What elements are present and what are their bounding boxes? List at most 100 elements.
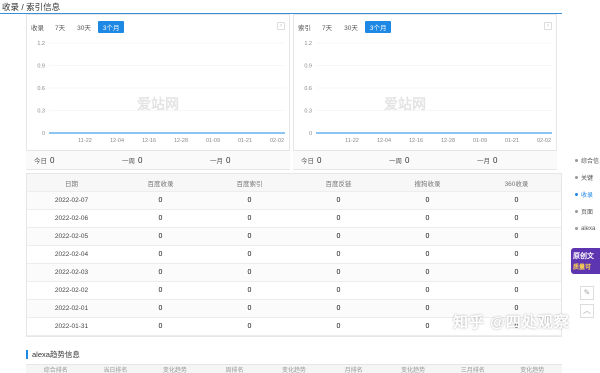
bullet-icon	[575, 227, 578, 230]
x-tick-label: 12-28	[441, 138, 455, 144]
y-tick-label: 0.3	[304, 109, 312, 115]
promo-badge[interactable]: 原创文 质量可	[571, 248, 600, 274]
x-tick-label: 01-09	[473, 138, 487, 144]
shoulu-chart: 爱站网 1.2 0.9 0.6 0.3 0 11-22 12-04 12-16 12-28 01-…	[27, 37, 289, 161]
value-cell: 0	[336, 323, 341, 330]
value-cell: 0	[514, 251, 519, 258]
value-cell: 0	[158, 251, 163, 258]
tab-3m[interactable]: 3个月	[97, 21, 125, 33]
bullet-icon	[575, 159, 578, 162]
tab-30d[interactable]: 30天	[72, 21, 96, 33]
suoyin-chart-svg: 爱站网 1.2 0.9 0.6 0.3 0 11-22 12-04 12-16 12-28 01-…	[304, 41, 552, 144]
value-cell: 0	[425, 215, 430, 222]
tab-7d[interactable]: 7天	[317, 21, 337, 33]
value-cell: 0	[425, 287, 430, 294]
side-nav-label: 综合信	[581, 159, 600, 165]
alexa-column-header: 变化趋势	[282, 368, 307, 373]
alexa-column-header: 三月排名	[460, 368, 485, 373]
value-cell: 0	[247, 233, 252, 240]
y-tick-label: 1.2	[304, 41, 312, 47]
summary-label: 今日	[34, 158, 47, 165]
x-tick-label: 11-22	[345, 138, 359, 144]
column-header: 百度收录	[147, 180, 174, 188]
alexa-column-header: 周排名	[225, 368, 244, 373]
suoyin-label: 索引	[298, 25, 311, 32]
x-tick-label: 01-09	[206, 138, 220, 144]
value-cell: 0	[158, 287, 163, 294]
side-nav-item[interactable]: 页面	[575, 203, 600, 220]
back-to-top-icon[interactable]: ︿	[580, 304, 594, 318]
value-cell: 0	[158, 197, 163, 204]
side-nav-label: 页面	[581, 210, 594, 216]
summary-value: 0	[405, 156, 410, 165]
value-cell: 0	[514, 233, 519, 240]
column-header: 搜狗收录	[414, 180, 441, 188]
x-tick-label: 01-21	[505, 138, 519, 144]
date-cell: 2022-02-06	[54, 215, 89, 222]
table-header-row: 日期 百度收录 百度索引 百度反链 搜狗收录 360收录	[27, 174, 561, 192]
page-header: 收录 / 索引信息	[0, 0, 562, 14]
side-nav-item[interactable]: 关键	[575, 169, 600, 186]
x-tick-label: 12-16	[142, 138, 156, 144]
summary-value: 0	[493, 156, 498, 165]
summary-label: 一月	[210, 158, 223, 165]
side-nav-item[interactable]: 综合信	[575, 152, 600, 169]
bullet-icon	[575, 176, 578, 179]
table-row: 2022-02-02 0 0 0 0 0	[27, 282, 561, 300]
alexa-column-header: 综合排名	[43, 368, 68, 373]
suoyin-chart: 爱站网 1.2 0.9 0.6 0.3 0 11-22 12-04 12-16 12-28 01-…	[294, 37, 556, 161]
y-tick-label: 0.6	[37, 86, 45, 92]
shoulu-tabs: 收录 7天 30天 3个月	[31, 21, 126, 33]
alexa-title: alexa趋势信息	[32, 349, 80, 359]
date-cell: 2022-02-05	[54, 233, 89, 240]
summary-month: 一月 0	[469, 155, 557, 165]
column-header: 360收录	[504, 180, 529, 188]
promo-line1: 原创文	[573, 253, 594, 260]
value-cell: 0	[514, 269, 519, 276]
summary-today: 今日 0	[26, 155, 114, 165]
value-cell: 0	[158, 323, 163, 330]
bullet-icon	[575, 210, 578, 213]
summary-week: 一周 0	[114, 155, 202, 165]
date-cell: 2022-02-02	[54, 287, 89, 294]
side-nav-item[interactable]: alexa	[575, 220, 600, 237]
y-tick-label: 0	[309, 131, 312, 137]
value-cell: 0	[425, 269, 430, 276]
date-cell: 2022-01-31	[54, 323, 89, 330]
tab-7d[interactable]: 7天	[50, 21, 70, 33]
alexa-column-header: 变化趋势	[520, 368, 545, 373]
tab-30d[interactable]: 30天	[339, 21, 363, 33]
summary-label: 一月	[477, 158, 490, 165]
table-row: 2022-02-07 0 0 0 0 0	[27, 192, 561, 210]
shoulu-summary: 今日 0 一周 0 一月 0	[26, 150, 290, 170]
alexa-table-header: 综合排名 当日排名 变化趋势 周排名 变化趋势 月排名 变化趋势 三月排名 变化趋势	[26, 364, 562, 373]
value-cell: 0	[247, 287, 252, 294]
value-cell: 0	[514, 197, 519, 204]
value-cell: 0	[247, 197, 252, 204]
edit-icon[interactable]: ✎	[580, 286, 594, 300]
summary-label: 一周	[122, 158, 135, 165]
value-cell: 0	[514, 215, 519, 222]
chevron-right-icon[interactable]: ›	[277, 22, 285, 30]
x-tick-label: 01-21	[238, 138, 252, 144]
value-cell: 0	[247, 251, 252, 258]
suoyin-panel: 索引 7天 30天 3个月 › 爱站网 1.2 0.9 0.6 0.3 0 11-22 12…	[293, 14, 557, 170]
value-cell: 0	[247, 323, 252, 330]
value-cell: 0	[336, 197, 341, 204]
value-cell: 0	[158, 269, 163, 276]
value-cell: 0	[425, 251, 430, 258]
side-nav-label: 收录	[581, 193, 594, 199]
shoulu-chart-svg: 爱站网 1.2 0.9 0.6 0.3 0 11-22 12-04 12-16 12-28 01-…	[37, 41, 285, 144]
side-nav-item[interactable]: 收录	[575, 186, 600, 203]
date-cell: 2022-02-03	[54, 269, 89, 276]
column-header: 日期	[65, 180, 78, 188]
side-nav-label: 关键	[581, 176, 594, 182]
table-row: 2022-02-04 0 0 0 0 0	[27, 246, 561, 264]
summary-today: 今日 0	[293, 155, 381, 165]
tab-3m[interactable]: 3个月	[364, 21, 392, 33]
value-cell: 0	[247, 269, 252, 276]
chevron-right-icon[interactable]: ›	[544, 22, 552, 30]
watermark-text: 爱站网	[137, 96, 179, 112]
promo-line2: 质量可	[573, 265, 592, 271]
suoyin-summary: 今日 0 一周 0 一月 0	[293, 150, 557, 170]
